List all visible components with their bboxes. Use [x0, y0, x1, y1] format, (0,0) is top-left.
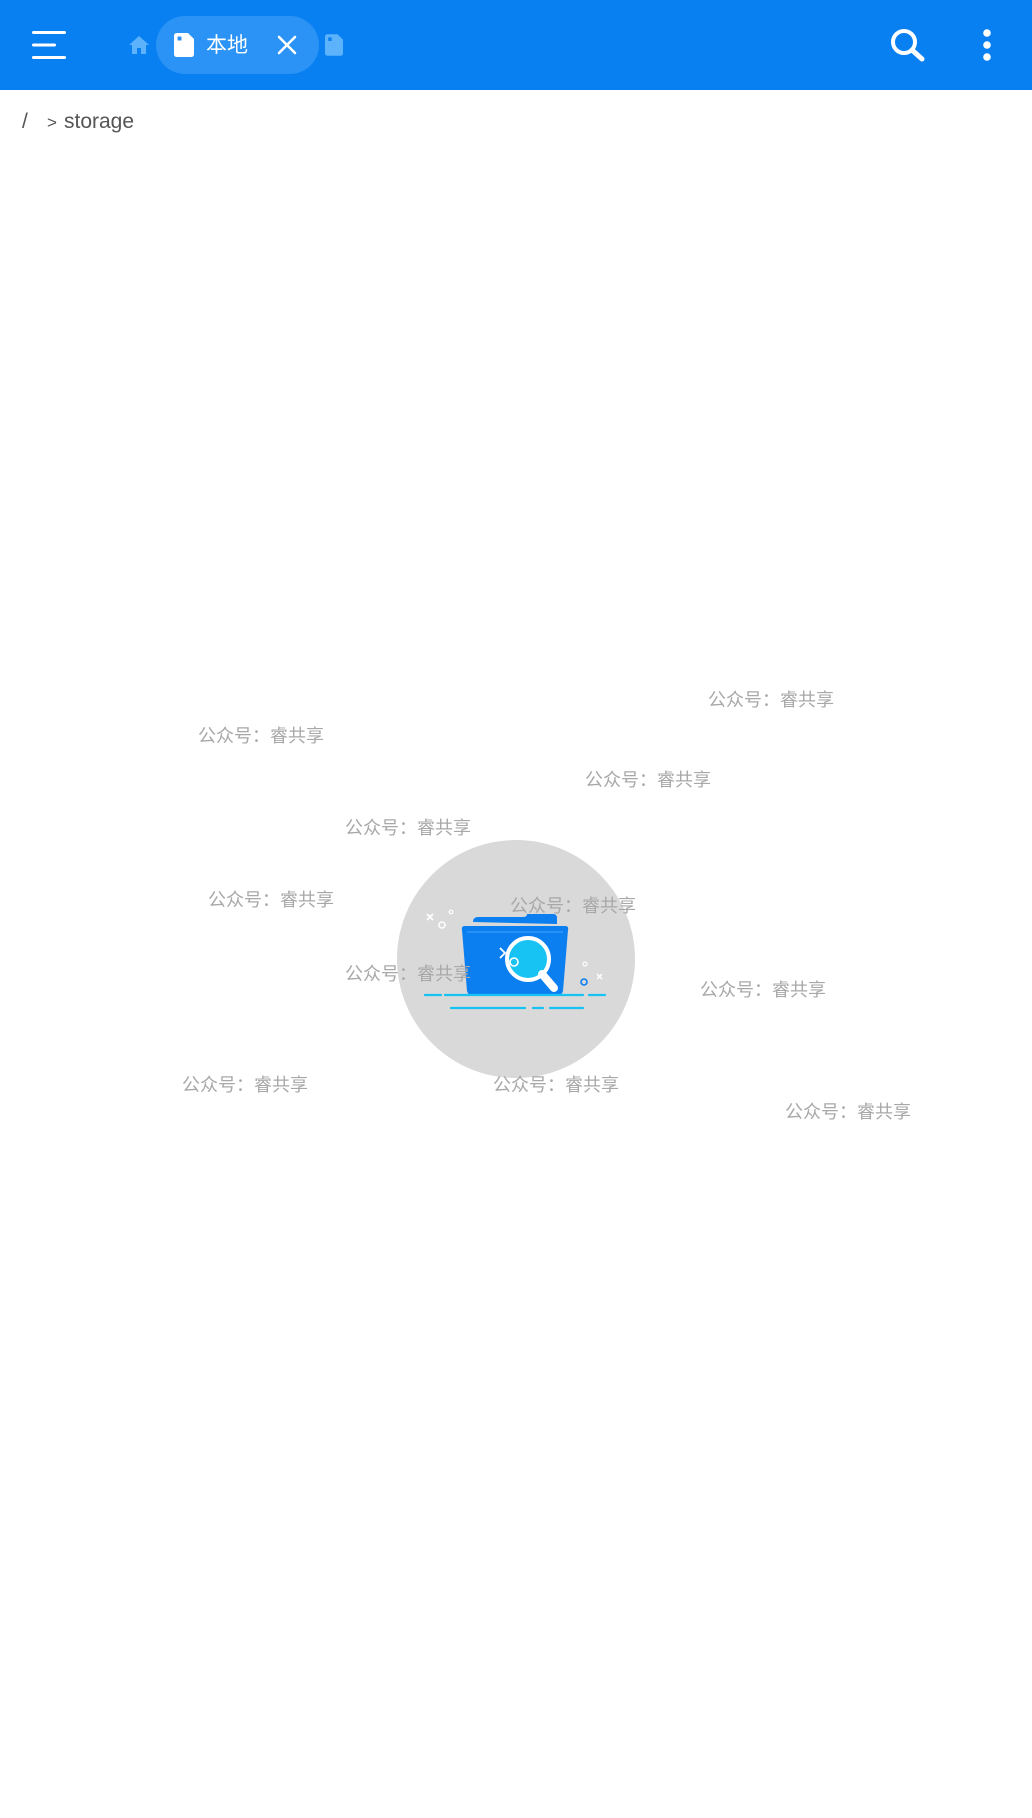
search-icon: [891, 29, 925, 62]
watermark-text: 公众号：睿共享: [182, 1075, 308, 1096]
watermark-text: 公众号：睿共享: [208, 890, 334, 911]
breadcrumb: / > storage: [0, 90, 1032, 156]
top-app-bar: 本地: [0, 0, 1032, 90]
more-vertical-icon: [983, 29, 991, 61]
watermark-text: 公众号：睿共享: [785, 1102, 911, 1123]
home-tab[interactable]: [124, 29, 154, 61]
close-icon: [277, 35, 297, 55]
empty-folder-search-icon: [423, 909, 607, 1010]
breadcrumb-separator: >: [47, 113, 57, 132]
home-icon: [129, 36, 149, 54]
document-icon: [325, 34, 343, 56]
breadcrumb-storage[interactable]: storage: [64, 110, 134, 134]
watermark-text: 公众号：睿共享: [700, 980, 826, 1001]
watermark-text: 公众号：睿共享: [708, 690, 834, 711]
tab-next-document[interactable]: [324, 33, 344, 57]
tab-close-button[interactable]: [272, 30, 302, 60]
tab-local-label: 本地: [206, 33, 248, 57]
breadcrumb-root[interactable]: /: [22, 110, 28, 134]
watermark-text: 公众号：睿共享: [585, 770, 711, 791]
search-button[interactable]: [884, 22, 932, 68]
more-options-button[interactable]: [970, 22, 1004, 68]
watermark-text: 公众号：睿共享: [198, 726, 324, 747]
watermark-text: 公众号：睿共享: [345, 818, 471, 839]
file-manager-screen: 本地 / > storage 公众号：睿共享 公众号：睿共享 公众号：睿共享 公…: [0, 0, 1032, 1818]
empty-state: [397, 840, 635, 1078]
menu-button[interactable]: [22, 20, 78, 70]
tab-local[interactable]: 本地: [156, 16, 319, 74]
document-icon: [174, 33, 194, 57]
hamburger-menu-icon: [32, 31, 66, 59]
